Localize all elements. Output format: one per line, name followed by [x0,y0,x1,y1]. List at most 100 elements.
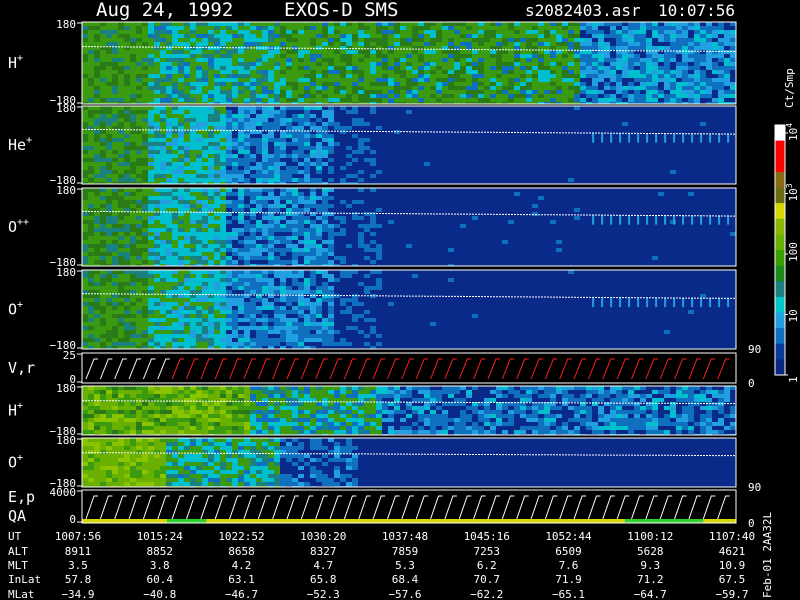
heatmap-cell [574,90,580,94]
heatmap-cell [508,54,514,58]
heatmap-cell [214,66,220,70]
heatmap-cell [148,78,154,82]
heatmap-cell [226,62,232,66]
heatmap-cell [418,174,424,178]
heatmap-cell [592,118,598,122]
spectrogram-figure: Aug 24, 1992 EXOS-D SMS s2082403.asr 10:… [0,0,800,600]
heatmap-cell [388,98,394,102]
heatmap-cell [478,54,484,58]
heatmap-cell [244,118,250,122]
heatmap-cell [154,178,160,182]
heatmap-cell [496,126,502,130]
heatmap-cell [514,90,520,94]
heatmap-cell [496,38,502,42]
heatmap-cell [580,82,586,86]
heatmap-cell [304,62,310,66]
heatmap-cell [220,228,226,232]
heatmap-cell [538,138,544,142]
heatmap-cell [592,66,598,70]
heatmap-cell [730,98,736,102]
heatmap-cell [364,158,370,162]
heatmap-cell [112,42,118,46]
heatmap-cell [580,166,586,170]
heatmap-cell [334,50,340,54]
heatmap-cell [280,50,286,54]
heatmap-cell [640,138,646,142]
heatmap-cell [622,110,628,114]
heatmap-cell [412,58,418,62]
heatmap-cell [280,110,286,114]
heatmap-cell [154,118,160,122]
heatmap-cell [358,142,364,146]
heatmap-cell [598,170,604,174]
heatmap-cell [352,174,358,178]
heatmap-cell [154,62,160,66]
heatmap-cell [88,196,94,200]
heatmap-cell [178,50,184,54]
heatmap-cell [646,178,652,182]
heatmap-cell [214,94,220,98]
heatmap-cell [166,240,172,244]
heatmap-cell [460,134,466,138]
heatmap-cell [646,126,652,130]
heatmap-cell [106,154,112,158]
heatmap-cell [424,22,430,26]
heatmap-cell [448,26,454,30]
heatmap-cell [88,54,94,58]
heatmap-cell [616,58,622,62]
heatmap-cell [568,126,574,130]
heatmap-cell [622,166,628,170]
heatmap-cell [412,162,418,166]
heatmap-cell [94,228,100,232]
heatmap-cell [538,30,544,34]
heatmap-cell [244,142,250,146]
heatmap-cell [208,114,214,118]
heatmap-cell [568,150,574,154]
heatmap-cell [460,94,466,98]
heatmap-cell [532,150,538,154]
heatmap-cell [538,170,544,174]
heatmap-cell [514,94,520,98]
heatmap-cell [622,146,628,150]
heatmap-cell [106,236,112,240]
heatmap-cell [406,98,412,102]
heatmap-cell [172,74,178,78]
heatmap-cell [202,224,208,228]
heatmap-cell [226,90,232,94]
heatmap-cell [574,174,580,178]
heatmap-cell [574,54,580,58]
heatmap-cell [550,22,556,26]
heatmap-cell [532,158,538,162]
heatmap-cell [202,62,208,66]
heatmap-cell [352,162,358,166]
heatmap-cell [184,200,190,204]
heatmap-cell [256,82,262,86]
heatmap-cell [166,114,172,118]
heatmap-cell [178,26,184,30]
heatmap-cell [94,150,100,154]
heatmap-cell [658,78,664,82]
heatmap-cell [142,110,148,114]
heatmap-cell [700,178,706,182]
heatmap-cell [148,54,154,58]
heatmap-cell [322,178,328,182]
heatmap-cell [436,34,442,38]
heatmap-cell [514,146,520,150]
heatmap-cell [472,58,478,62]
heatmap-cell [634,178,640,182]
heatmap-cell [442,150,448,154]
heatmap-cell [532,54,538,58]
heatmap-cell [520,174,526,178]
heatmap-cell [100,38,106,42]
heatmap-cell [340,142,346,146]
heatmap-cell [580,86,586,90]
heatmap-cell [508,98,514,102]
heatmap-cell [454,42,460,46]
heatmap-cell [154,46,160,50]
heatmap-cell [184,34,190,38]
heatmap-cell [412,126,418,130]
heatmap-cell [490,38,496,42]
heatmap-cell [640,170,646,174]
heatmap-cell [94,154,100,158]
heatmap-cell [322,162,328,166]
